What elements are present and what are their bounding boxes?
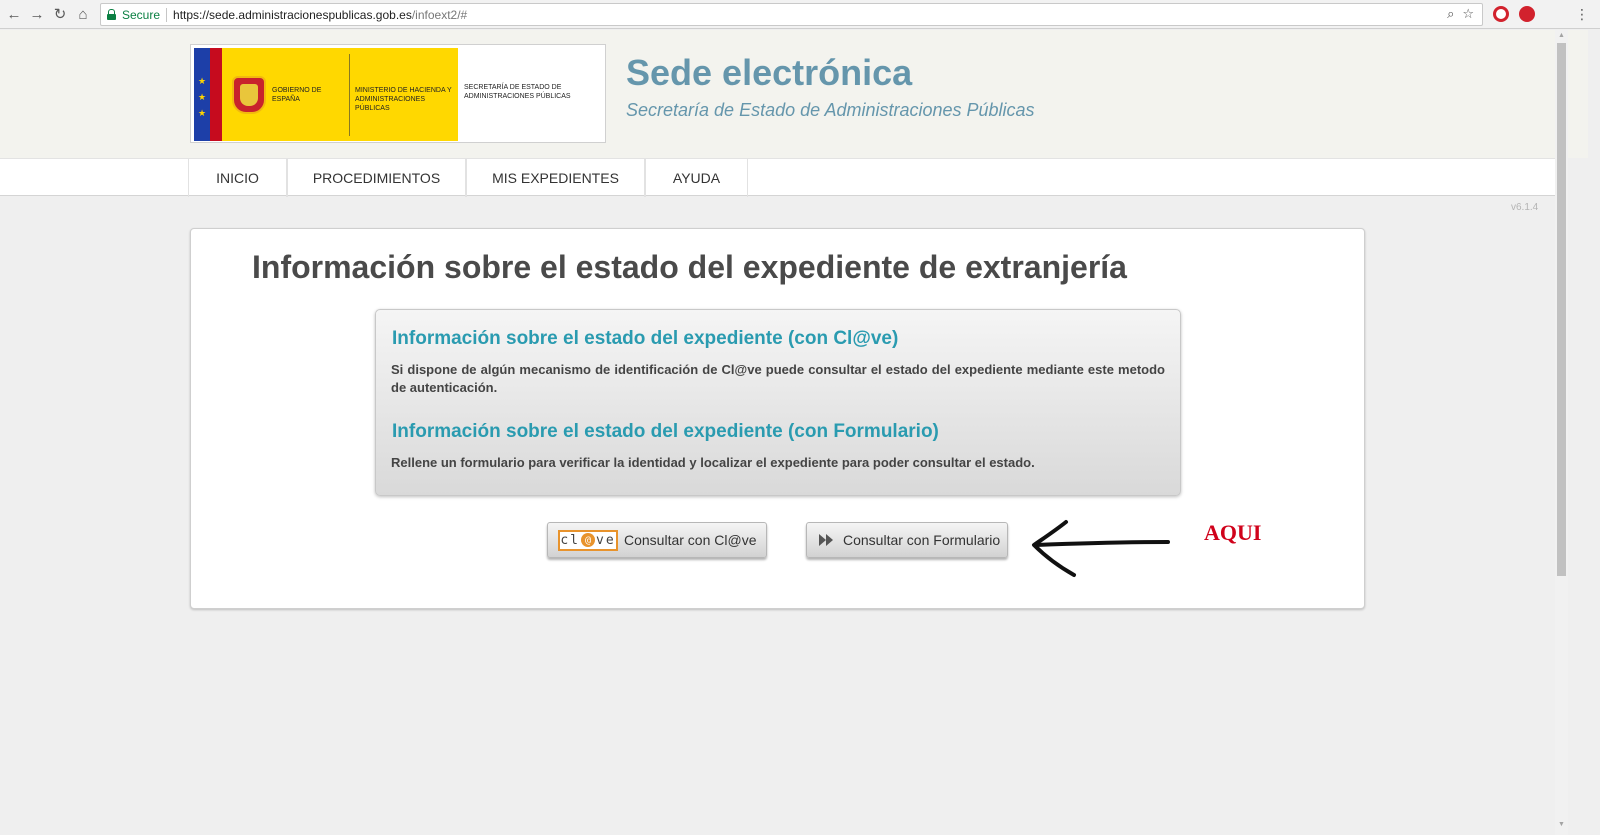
consultar-formulario-button[interactable]: Consultar con Formulario <box>806 522 1008 558</box>
clave-logo-icon: cl @ ve <box>558 529 618 551</box>
home-icon[interactable]: ⌂ <box>73 4 93 24</box>
secure-label: Secure <box>122 7 161 22</box>
browser-toolbar: ← → ↻ ⌂ Secure https://sede.administraci… <box>0 0 1600 29</box>
consultar-clave-button[interactable]: cl @ ve Consultar con Cl@ve <box>547 522 767 558</box>
content-card: Información sobre el estado del expedien… <box>190 228 1365 609</box>
site-header: ★ ★ ★ GOBIERNO DE ESPAÑA MINISTERIO DE HAC… <box>0 30 1588 158</box>
extension-icon[interactable] <box>1519 6 1535 22</box>
bookmark-star-icon[interactable]: ☆ <box>1462 6 1474 22</box>
info-panel: Información sobre el estado del expedien… <box>375 309 1181 496</box>
reload-icon[interactable]: ↻ <box>50 4 70 24</box>
main-nav: INICIO PROCEDIMIENTOS MIS EXPEDIENTES AY… <box>0 158 1555 197</box>
scroll-up-icon[interactable]: ▲ <box>1555 32 1568 39</box>
site-title: Sede electrónica <box>626 52 913 93</box>
logo-ministerio-text: MINISTERIO DE HACIENDA Y ADMINISTRACIONE… <box>355 87 452 112</box>
zoom-icon[interactable]: ⌕ <box>1447 6 1454 22</box>
annotation-label: AQUI <box>1204 520 1262 545</box>
nav-item-mis-expedientes[interactable]: MIS EXPEDIENTES <box>466 159 645 197</box>
page-scrollbar[interactable]: ▲ ▼ <box>1555 30 1568 835</box>
annotation-arrow-icon <box>1032 520 1170 577</box>
opera-extension-icon[interactable] <box>1493 6 1509 22</box>
nav-item-ayuda[interactable]: AYUDA <box>645 159 748 197</box>
forward-icon[interactable]: → <box>27 4 47 24</box>
section-title-clave: Información sobre el estado del expedien… <box>392 328 899 349</box>
consultar-clave-label: Consultar con Cl@ve <box>624 532 757 548</box>
version-label: v6.1.4 <box>1511 202 1539 213</box>
section-title-formulario: Información sobre el estado del expedien… <box>392 421 939 442</box>
logo-gobierno-text: GOBIERNO DE ESPAÑA <box>272 87 322 103</box>
url-host: https://sede.administracionespublicas.go… <box>173 7 412 22</box>
scroll-down-icon[interactable]: ▼ <box>1555 821 1568 828</box>
site-subtitle: Secretaría de Estado de Administraciones… <box>626 100 1035 120</box>
nav-item-inicio[interactable]: INICIO <box>188 159 287 197</box>
consultar-formulario-label: Consultar con Formulario <box>843 532 1001 548</box>
scroll-thumb[interactable] <box>1557 43 1566 576</box>
url-path: /infoext2/# <box>411 7 468 22</box>
menu-dots-icon[interactable]: ⋮ <box>1572 4 1592 24</box>
address-bar[interactable]: Secure https://sede.administracionespubl… <box>100 3 1483 26</box>
nav-item-procedimientos[interactable]: PROCEDIMIENTOS <box>287 159 466 197</box>
logo-secretaria-text: SECRETARÍA DE ESTADO DE ADMINISTRACIONES… <box>464 84 571 100</box>
back-icon[interactable]: ← <box>4 4 24 24</box>
government-logo[interactable]: ★ ★ ★ GOBIERNO DE ESPAÑA MINISTERIO DE HAC… <box>190 44 606 143</box>
section-text-clave: Si dispone de algún mecanismo de identif… <box>391 362 1165 395</box>
page-heading: Información sobre el estado del expedien… <box>252 249 1127 285</box>
lock-icon <box>107 9 116 20</box>
section-text-formulario: Rellene un formulario para verificar la … <box>391 455 1035 470</box>
flag-icon: ★ ★ ★ <box>194 48 222 141</box>
double-chevron-right-icon <box>819 533 837 547</box>
coat-of-arms-icon <box>232 76 266 114</box>
